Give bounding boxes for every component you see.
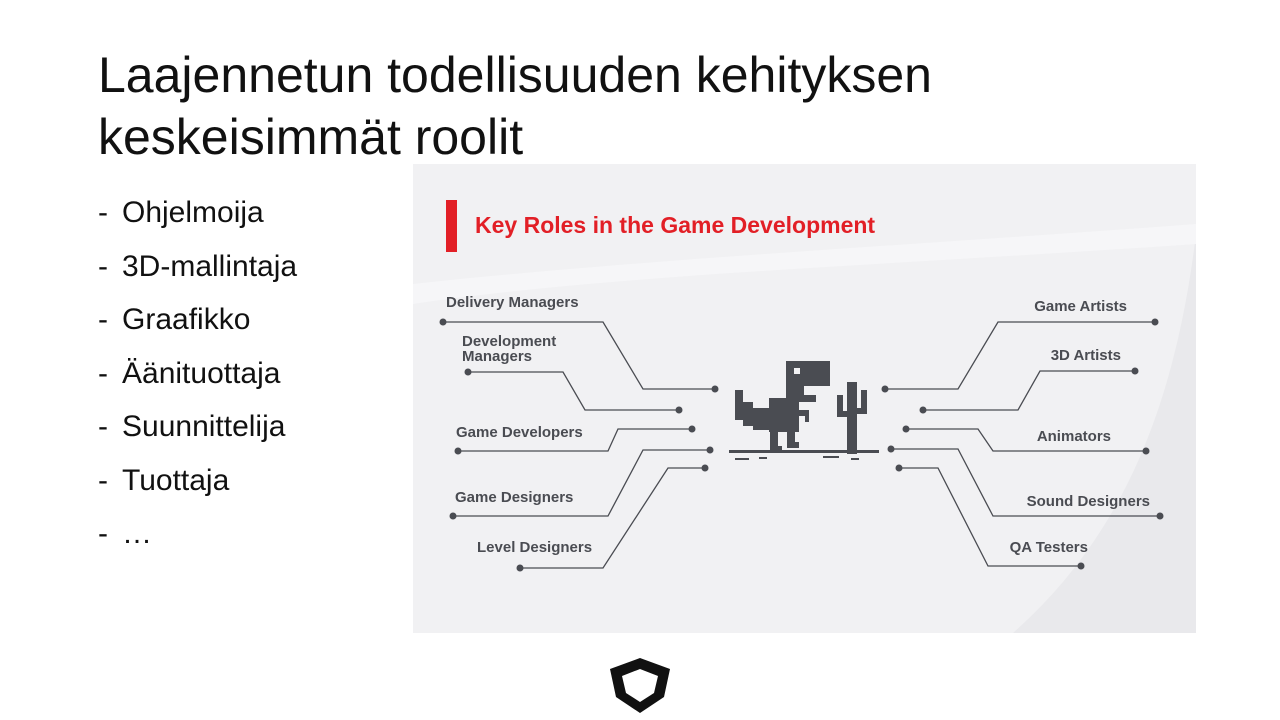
title-line-2: keskeisimmät roolit <box>98 109 524 165</box>
role-game-artists: Game Artists <box>1034 298 1127 315</box>
role-game-designers: Game Designers <box>455 489 573 506</box>
role-animators: Animators <box>1037 428 1111 445</box>
role-qa-testers: QA Testers <box>1010 539 1088 556</box>
title-line-1: Laajennetun todellisuuden kehityksen <box>98 47 932 103</box>
bullet-list: - Ohjelmoija -3D-mallintaja - Graafikko -Ä… <box>98 190 297 565</box>
diagram-heading: Key Roles in the Game Development <box>475 212 875 238</box>
heading-accent-bar <box>446 200 457 252</box>
role-sound-designers: Sound Designers <box>1027 493 1150 510</box>
slide-title: Laajennetun todellisuuden kehityksen kes… <box>98 44 1098 168</box>
bullet-text: … <box>122 517 152 550</box>
bullet-item: -… <box>98 511 297 565</box>
role-level-designers: Level Designers <box>477 539 592 556</box>
bullet-text: Suunnittelija <box>122 410 286 443</box>
game-roles-diagram: Key Roles in the Game Development Delive… <box>413 164 1196 633</box>
role-delivery-managers: Delivery Managers <box>446 294 579 311</box>
bullet-item: - Graafikko <box>98 297 297 351</box>
role-3d-artists: 3D Artists <box>1051 347 1121 364</box>
shield-logo-icon <box>610 658 670 713</box>
bullet-item: - Suunnittelija <box>98 404 297 458</box>
bullet-item: -3D-mallintaja <box>98 244 297 298</box>
bullet-text: Ohjelmoija <box>122 196 264 229</box>
bullet-item: - Ohjelmoija <box>98 190 297 244</box>
bullet-text: 3D-mallintaja <box>122 249 298 283</box>
bullet-text: Tuottaja <box>122 463 230 497</box>
bullet-item: - Äänituottaja <box>98 351 297 405</box>
bullet-text: Graafikko <box>122 303 251 336</box>
bullet-text: Äänituottaja <box>122 356 281 390</box>
role-development-managers-line2: Managers <box>462 348 532 365</box>
diagram-canvas: Key Roles in the Game Development Delive… <box>413 164 1196 633</box>
role-game-developers: Game Developers <box>456 424 583 441</box>
bullet-item: - Tuottaja <box>98 458 297 512</box>
